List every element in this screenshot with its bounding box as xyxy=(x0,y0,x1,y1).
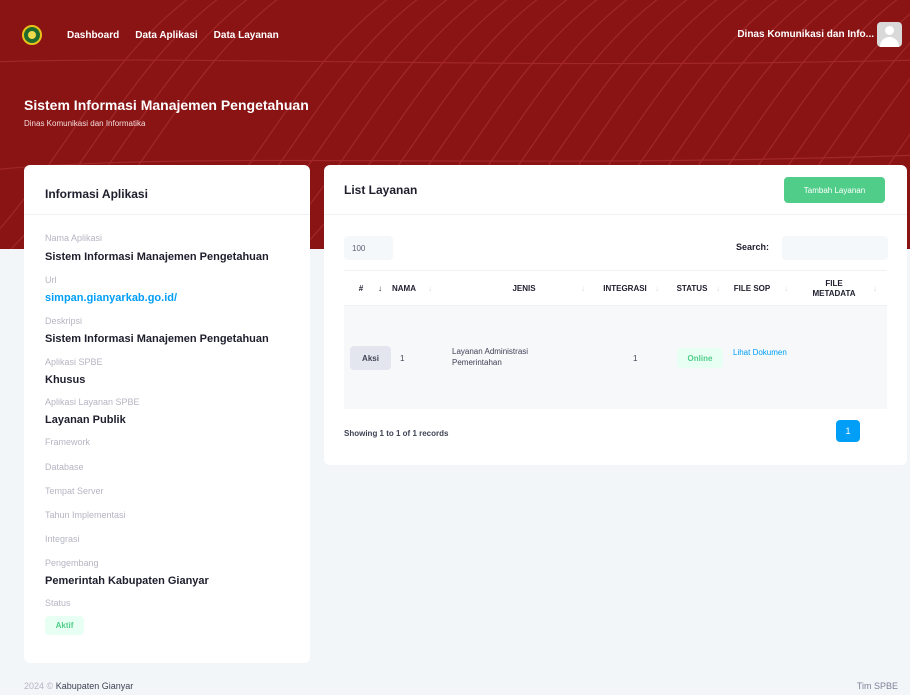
nav-dashboard[interactable]: Dashboard xyxy=(67,30,119,41)
column-header-number[interactable]: # xyxy=(350,271,372,307)
table-header: # ↓ NAMA ↓ JENIS ↓ INTEGRASI ↓ STATUS ↓ … xyxy=(344,270,887,306)
column-header-file-metadata[interactable]: FILE METADATA xyxy=(804,271,864,307)
framework-label: Framework xyxy=(45,437,91,447)
copyright-icon: © xyxy=(46,681,54,691)
aplikasi-layanan-label: Aplikasi Layanan SPBE xyxy=(45,397,140,407)
column-header-status[interactable]: STATUS xyxy=(668,271,716,307)
aksi-button[interactable]: Aksi xyxy=(350,346,391,370)
page-subtitle: Dinas Komunikasi dan Informatika xyxy=(24,119,146,128)
footer-org-link[interactable]: Kabupaten Gianyar xyxy=(56,681,134,691)
aplikasi-spbe-label: Aplikasi SPBE xyxy=(45,357,103,367)
divider xyxy=(324,214,907,215)
pengembang-value: Pemerintah Kabupaten Gianyar xyxy=(45,575,209,587)
page-title: Sistem Informasi Manajemen Pengetahuan xyxy=(24,97,309,113)
pagination-info: Showing 1 to 1 of 1 records xyxy=(344,429,449,438)
cell-jenis: Layanan Administrasi Pemerintahan xyxy=(452,347,529,367)
app-logo[interactable] xyxy=(22,25,42,45)
footer-year: 2024 xyxy=(24,681,45,691)
pengembang-label: Pengembang xyxy=(45,558,99,568)
search-label: Search: xyxy=(736,242,770,252)
table-row: Aksi 1 Layanan Administrasi Pemerintahan… xyxy=(344,306,887,409)
page-size-select[interactable]: 100 xyxy=(344,236,393,260)
sort-arrow-icon: ↓ xyxy=(655,284,659,293)
pagination-page-button[interactable]: 1 xyxy=(836,420,860,442)
status-badge: Aktif xyxy=(45,616,84,635)
layanan-card-title: List Layanan xyxy=(344,183,418,197)
deskripsi-label: Deskripsi xyxy=(45,316,83,326)
main-nav: Dashboard Data Aplikasi Data Layanan xyxy=(67,30,295,41)
tempat-server-label: Tempat Server xyxy=(45,486,104,496)
sort-arrow-icon: ↓ xyxy=(378,284,382,293)
sort-arrow-icon: ↓ xyxy=(581,284,585,293)
info-card-title: Informasi Aplikasi xyxy=(45,187,148,201)
status-label: Status xyxy=(45,598,71,608)
tambah-layanan-button[interactable]: Tambah Layanan xyxy=(784,177,885,203)
aplikasi-layanan-value: Layanan Publik xyxy=(45,414,126,426)
cell-nama: 1 xyxy=(400,354,405,363)
footer-copyright: 2024 © Kabupaten Gianyar xyxy=(24,681,133,691)
divider xyxy=(24,214,310,215)
footer-team-link[interactable]: Tim SPBE xyxy=(857,681,898,691)
info-card: Informasi Aplikasi Nama Aplikasi Sistem … xyxy=(24,165,310,663)
column-header-integrasi[interactable]: INTEGRASI xyxy=(596,271,654,307)
sort-arrow-icon: ↓ xyxy=(428,284,432,293)
user-avatar-icon[interactable] xyxy=(877,22,902,47)
url-link[interactable]: simpan.gianyarkab.go.id/ xyxy=(45,292,177,304)
cell-integrasi: 1 xyxy=(633,354,638,363)
user-name[interactable]: Dinas Komunikasi dan Info... xyxy=(737,29,874,40)
aplikasi-spbe-value: Khusus xyxy=(45,374,86,386)
url-label: Url xyxy=(45,275,57,285)
search-input[interactable] xyxy=(782,236,888,260)
sort-arrow-icon: ↓ xyxy=(784,284,788,293)
lihat-dokumen-link[interactable]: Lihat Dokumen xyxy=(733,347,793,358)
sort-arrow-icon: ↓ xyxy=(873,284,877,293)
nav-data-aplikasi[interactable]: Data Aplikasi xyxy=(135,30,197,41)
deskripsi-value: Sistem Informasi Manajemen Pengetahuan xyxy=(45,333,269,345)
nama-aplikasi-value: Sistem Informasi Manajemen Pengetahuan xyxy=(45,251,269,263)
column-header-jenis[interactable]: JENIS xyxy=(454,271,594,307)
tahun-implementasi-label: Tahun Implementasi xyxy=(45,510,126,520)
column-header-file-sop[interactable]: FILE SOP xyxy=(728,271,776,307)
status-online-badge: Online xyxy=(677,348,723,368)
nav-data-layanan[interactable]: Data Layanan xyxy=(214,30,279,41)
integrasi-label: Integrasi xyxy=(45,534,80,544)
layanan-card: List Layanan Tambah Layanan 100 Search: … xyxy=(324,165,907,465)
nama-aplikasi-label: Nama Aplikasi xyxy=(45,233,103,243)
database-label: Database xyxy=(45,462,84,472)
sort-arrow-icon: ↓ xyxy=(716,284,720,293)
